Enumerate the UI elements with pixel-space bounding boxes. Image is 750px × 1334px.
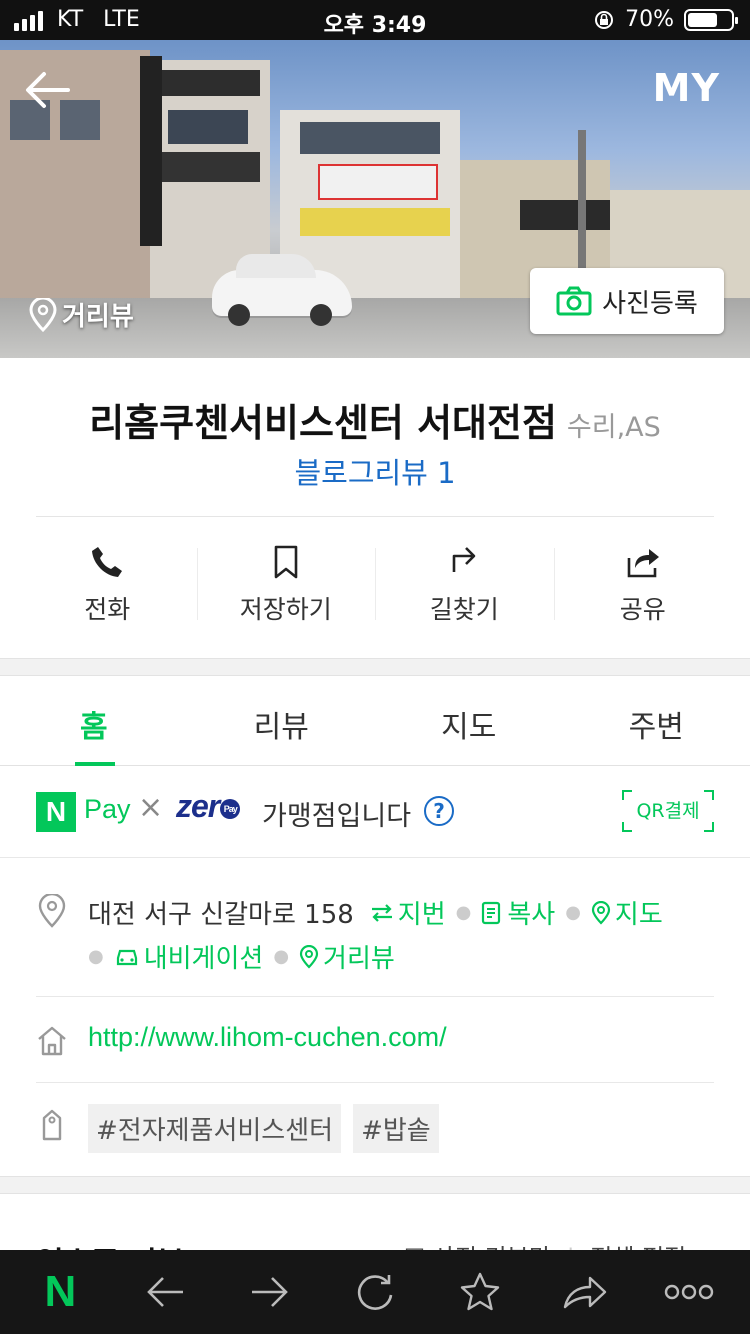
add-photo-button[interactable]: 사진등록 [530,268,724,334]
back-arrow-icon [26,72,70,108]
browser-forward-button[interactable] [240,1262,300,1322]
car-icon [116,949,137,965]
zeropay-label: zer [176,788,220,824]
share-button[interactable]: 공유 [553,544,733,628]
action-bar: 전화 저장하기 길찾기 공유 [18,544,732,628]
star-icon [460,1272,499,1311]
share-arrow-icon [563,1276,606,1309]
favorite-button[interactable] [450,1262,510,1322]
address-text: 대전 서구 신갈마로 158 [88,900,354,930]
map-link-button[interactable]: 지도 [591,894,663,931]
battery-percent: 70% [625,7,674,32]
separator-dot: ● [273,946,290,967]
npay-logo: N [36,792,76,832]
more-menu-button[interactable] [659,1262,719,1322]
forward-arrow-icon [252,1277,288,1307]
rotation-lock-icon [595,10,614,29]
qr-pay-button[interactable]: QR결제 [622,790,714,832]
naver-logo-icon: N [44,1267,77,1316]
map-link-label: 지도 [614,900,663,930]
tab-bar: 홈 리뷰 지도 주변 [0,676,750,766]
place-photo[interactable]: MY 거리뷰 사진등록 [0,40,750,358]
divider [36,1082,714,1083]
browser-back-button[interactable] [135,1262,195,1322]
save-label: 저장하기 [239,595,332,624]
receipt-review-section: 영수증 리뷰8 ☑ 사진 리뷰만 | 전체 평점 ⌄ [0,1196,750,1256]
tab-home[interactable]: 홈 [0,676,188,766]
location-pin-icon [29,297,57,332]
website-row: http://www.lihom-cuchen.com/ [0,998,750,1082]
tag-icon [42,1109,62,1141]
divider [36,516,714,517]
copy-icon [482,901,501,924]
place-summary: 리홈쿠첸서비스센터 서대전점 수리,AS 블로그리뷰 1 전화 저장하기 길찾기 … [0,358,750,658]
tab-review[interactable]: 리뷰 [188,676,376,765]
naver-home-button[interactable]: N [30,1262,90,1322]
cross-mark: × [138,790,164,825]
zeropay-badge: Pay [220,798,241,819]
streetview-label: 거리뷰 [62,302,134,332]
car [212,254,352,326]
website-link[interactable]: http://www.lihom-cuchen.com/ [88,1022,447,1053]
copy-label: 복사 [507,900,556,930]
home-icon [38,1026,66,1056]
divider [36,996,714,997]
navigation-button[interactable]: 내비게이션 [114,938,264,975]
more-dots-icon [665,1284,714,1300]
call-label: 전화 [84,595,131,624]
separator-dot: ● [88,946,104,967]
refresh-icon [357,1275,393,1310]
my-button[interactable]: MY [653,66,720,110]
jibun-button[interactable]: 지번 [370,894,446,931]
tab-map[interactable]: 지도 [375,676,563,765]
tab-nearby[interactable]: 주변 [563,676,750,765]
share-icon [627,549,659,578]
map-pin-icon [591,900,611,925]
browser-share-button[interactable] [555,1262,615,1322]
directions-icon [452,547,476,572]
directions-button[interactable]: 길찾기 [375,544,554,628]
swap-icon [371,903,392,922]
tag-chip[interactable]: #밥솥 [353,1104,439,1153]
call-button[interactable]: 전화 [18,544,197,628]
section-gap [0,1176,750,1194]
save-button[interactable]: 저장하기 [196,544,376,628]
navigation-label: 내비게이션 [143,944,264,974]
location-pin-icon [38,894,66,928]
map-pin-icon [299,944,319,969]
blog-review-link[interactable]: 블로그리뷰 1 [0,450,750,492]
payment-info: N Pay × zer Pay 가맹점입니다 ? QR결제 [0,766,750,858]
tag-chip[interactable]: #전자제품서비스센터 [88,1104,342,1153]
back-arrow-icon [147,1277,184,1307]
copy-button[interactable]: 복사 [481,894,555,931]
tag-row: #전자제품서비스센터 #밥솥 [0,1084,750,1174]
streetview-button[interactable]: 거리뷰 [28,296,134,333]
zeropay-logo: zer Pay [176,788,241,825]
npay-label: Pay [84,794,131,824]
place-name: 리홈쿠첸서비스센터 서대전점 [89,401,557,445]
separator-dot: ● [455,902,472,923]
section-gap [0,658,750,676]
help-icon[interactable]: ? [424,796,454,826]
address-row: 대전 서구 신갈마로 158 지번 ● 복사 ● 지도 ● 내비게이션 ● 거리… [0,858,750,996]
back-button[interactable] [24,70,74,110]
add-photo-label: 사진등록 [602,288,698,319]
browser-toolbar: N [0,1250,750,1334]
bookmark-icon [274,545,298,579]
streetview-link-label: 거리뷰 [323,944,395,974]
status-bar: KT LTE 오후 3:49 70% [0,0,750,40]
merchant-text: 가맹점입니다 [262,801,412,832]
camera-icon [556,286,592,316]
separator-dot: ● [565,902,581,923]
jibun-label: 지번 [397,900,446,930]
directions-label: 길찾기 [429,595,499,624]
phone-icon [92,547,123,577]
streetview-link-button[interactable]: 거리뷰 [299,938,395,975]
refresh-button[interactable] [345,1262,405,1322]
share-label: 공유 [619,595,666,624]
battery-icon [684,8,738,31]
qr-pay-label: QR결제 [636,800,700,822]
place-category: 수리,AS [566,412,661,443]
